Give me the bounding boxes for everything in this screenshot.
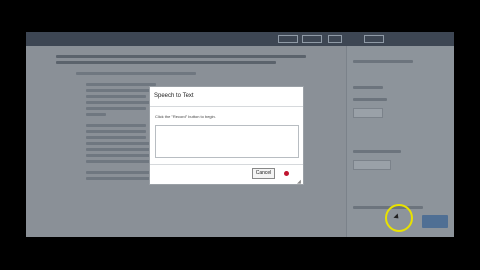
divider: [150, 106, 303, 107]
nav-button-3[interactable]: [328, 35, 342, 43]
divider: [150, 164, 303, 165]
text-line: [86, 107, 146, 110]
text-line: [56, 55, 306, 58]
sidebar-text: [353, 86, 383, 89]
sidebar-text: [353, 150, 401, 153]
nav-button-1[interactable]: [278, 35, 298, 43]
speech-to-text-dialog: Speech to Text Click the "Record" button…: [149, 86, 304, 185]
dialog-title: Speech to Text: [154, 93, 194, 99]
text-line: [86, 113, 106, 116]
cancel-button[interactable]: Cancel: [252, 168, 275, 179]
record-icon: [284, 171, 289, 176]
text-line: [86, 130, 146, 133]
sidebar-text: [353, 98, 387, 101]
resize-handle-icon[interactable]: ◢: [297, 180, 302, 185]
top-navigation-bar: [26, 32, 454, 46]
transcription-textarea[interactable]: [155, 125, 299, 158]
nav-button-4[interactable]: [364, 35, 384, 43]
dialog-instruction: Click the "Record" button to begin.: [155, 114, 216, 119]
sidebar-select[interactable]: [353, 108, 383, 118]
text-line: [86, 95, 146, 98]
record-button[interactable]: [283, 170, 290, 177]
nav-button-2[interactable]: [302, 35, 322, 43]
sidebar-text: [353, 60, 413, 63]
cursor-highlight-icon: [385, 204, 413, 232]
text-line: [76, 72, 196, 75]
text-line: [86, 83, 156, 86]
text-line: [86, 124, 146, 127]
submit-button[interactable]: [422, 215, 448, 228]
text-line: [56, 61, 276, 64]
sidebar-input[interactable]: [353, 160, 391, 170]
text-line: [86, 136, 146, 139]
